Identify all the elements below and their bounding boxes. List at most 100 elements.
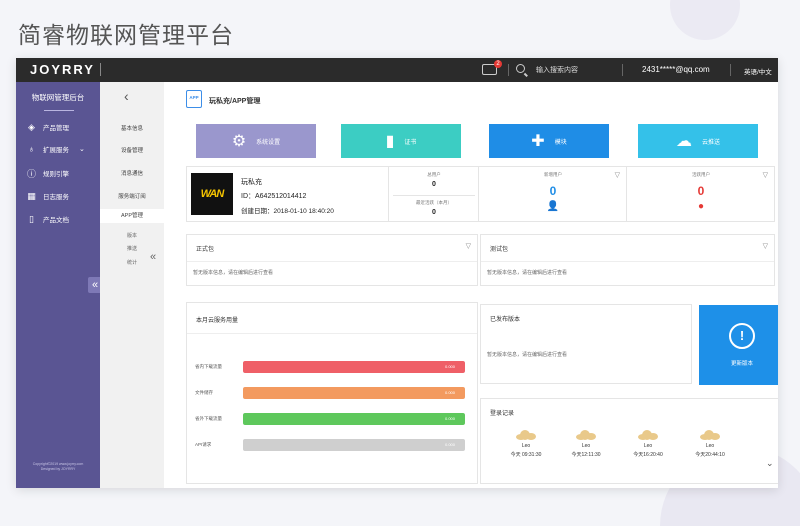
recent-active-value: 0 — [432, 209, 436, 216]
module-button[interactable]: ✚ 模块 — [489, 124, 609, 158]
usage-value: 0.000 — [444, 442, 455, 447]
app-name: 玩私充 — [241, 179, 262, 186]
usage-label: 文件储存 — [195, 390, 213, 395]
cloud-usage-panel: 本月云服务用量 省内下载流量 0.000 文件储存 0.000 省外下载流量 0.000 A… — [186, 302, 478, 484]
subnav-item-basic-info[interactable]: 基本信息 — [100, 124, 164, 132]
usage-value: 0.000 — [444, 390, 455, 395]
login-time: 今天20:44:10 — [695, 452, 725, 458]
usage-bar-track: 0.000 — [243, 361, 465, 373]
filter-icon[interactable]: ▽ — [763, 242, 768, 250]
usage-row: 省外下载流量 0.000 — [195, 413, 475, 425]
login-record: Leo 今天 09:31:30 — [496, 430, 556, 458]
login-time: 今天16:20:40 — [633, 452, 663, 458]
login-user: Leo — [581, 443, 591, 449]
app-info-card: WAN 玩私充 ID：A642512014412 创建日期：2018-01-10… — [186, 166, 389, 222]
new-users-value: 0 — [549, 184, 557, 198]
divider — [187, 261, 477, 262]
search-input[interactable] — [536, 63, 616, 77]
login-user: Leo — [643, 443, 653, 449]
cloud-icon — [516, 430, 536, 440]
total-users-label: 总用户 — [427, 172, 441, 177]
logo: JOYRRY — [30, 62, 95, 77]
usage-label: 省外下载流量 — [195, 416, 222, 421]
button-label: 更新版本 — [730, 361, 753, 367]
usage-label: API请求 — [195, 442, 212, 447]
user-account[interactable]: 2431*****@qq.com — [642, 65, 710, 74]
cloud-push-button[interactable]: ☁ 云推送 — [638, 124, 758, 158]
subnav-collapse-icon[interactable]: « — [150, 251, 156, 263]
panel-title: 正式包 — [196, 247, 215, 253]
top-bar: JOYRRY 2 2431*****@qq.com 英语/中文 — [16, 58, 778, 82]
sidebar-item-logs[interactable]: ▦ 日志服务 — [26, 189, 69, 203]
app-logo: WAN — [191, 173, 233, 215]
filter-icon[interactable]: ▽ — [763, 171, 768, 179]
copyright-line: Designed by JOYRRY — [40, 467, 76, 471]
panel-title: 测试包 — [490, 247, 509, 253]
login-record: Leo 今天12:11:30 — [556, 430, 616, 458]
divider — [187, 333, 477, 334]
chevron-down-icon[interactable]: ⌄ — [766, 458, 774, 469]
panel-title: 已发布版本 — [490, 317, 521, 323]
divider — [393, 195, 475, 196]
login-record: Leo 今天16:20:40 — [618, 430, 678, 458]
official-package-panel: 正式包 ▽ 暂无版本信息，请在编辑后进行查看 — [186, 234, 478, 286]
subnav-item-messaging[interactable]: 消息通信 — [100, 169, 164, 177]
info-icon: ⓘ — [26, 168, 36, 179]
subnav-item-devices[interactable]: 设备管理 — [100, 146, 164, 154]
app-window: JOYRRY 2 2431*****@qq.com 英语/中文 物联网管理后台 … — [16, 58, 778, 488]
cloud-icon — [700, 430, 720, 440]
drop-icon: ● — [697, 201, 705, 212]
panel-title: 登录记录 — [490, 411, 515, 417]
add-user-icon: 👤 — [546, 201, 560, 212]
subnav-item-app[interactable]: APP管理 — [100, 209, 164, 223]
divider — [730, 64, 731, 76]
search-icon[interactable] — [516, 64, 525, 73]
sidebar-item-label: 产品管理 — [43, 125, 69, 132]
system-settings-button[interactable]: ⚙ 系统设置 — [196, 124, 316, 158]
usage-row: API请求 0.000 — [195, 439, 475, 451]
active-users-value: 0 — [697, 184, 705, 198]
cloud-icon — [638, 430, 658, 440]
app-created-date: 创建日期：2018-01-10 18:40:20 — [241, 208, 334, 215]
sidebar-item-docs[interactable]: ▯ 产品文档 — [26, 212, 69, 226]
certificate-button[interactable]: ▮ 证书 — [341, 124, 461, 158]
divider — [508, 64, 509, 76]
main-content: APP 玩私充/APP管理 ⚙ 系统设置 ▮ 证书 ✚ 模块 ☁ 云推送 WAN… — [176, 82, 778, 488]
page-title: 简睿物联网管理平台 — [18, 22, 234, 48]
calendar-icon: ▦ — [27, 190, 36, 201]
button-label: 云推送 — [701, 139, 720, 146]
usage-bar-track: 0.000 — [243, 439, 465, 451]
subnav-item-subscription[interactable]: 服务端订阅 — [100, 192, 164, 200]
button-label: 证书 — [404, 139, 417, 146]
app-id: ID：A642512014412 — [241, 193, 307, 200]
layers-icon: ◈ — [28, 121, 35, 132]
login-record: Leo 今天20:44:10 — [680, 430, 740, 458]
sidebar-item-label: 扩展服务 — [43, 147, 69, 154]
sidebar-title: 物联网管理后台 — [31, 93, 85, 102]
divider — [481, 261, 774, 262]
sidebar-item-products[interactable]: ◈ 产品管理 — [26, 120, 69, 134]
usage-row: 省内下载流量 0.000 — [195, 361, 475, 373]
cloud-icon — [576, 430, 596, 440]
active-users-card: 活跃用户 ▽ 0 ● — [627, 166, 775, 222]
language-switch[interactable]: 英语/中文 — [744, 66, 772, 76]
divider — [100, 63, 101, 76]
sidebar-item-extensions[interactable]: ♁ 扩展服务 ⌄ — [26, 142, 85, 156]
filter-icon[interactable]: ▽ — [466, 242, 471, 250]
filter-icon[interactable]: ▽ — [615, 171, 620, 179]
panel-title: 本月云服务用量 — [196, 318, 239, 324]
upload-icon: ! — [729, 323, 755, 349]
sidebar-item-rules[interactable]: ⓘ 规则引擎 — [26, 166, 69, 180]
usage-row: 文件储存 0.000 — [195, 387, 475, 399]
usage-label: 省内下载流量 — [195, 364, 222, 369]
published-version-panel: 已发布版本 暂无版本信息，请在编辑后进行查看 — [480, 304, 692, 384]
subnav-subitem-version[interactable]: 版本 — [100, 232, 164, 239]
total-users-value: 0 — [432, 181, 436, 188]
chevron-down-icon: ⌄ — [79, 146, 85, 153]
update-version-button[interactable]: ! 更新版本 — [699, 305, 778, 385]
sidebar-item-label: 日志服务 — [43, 194, 69, 201]
chevron-left-icon[interactable]: ‹ — [124, 88, 129, 104]
login-user: Leo — [521, 443, 531, 449]
decor-circle — [670, 0, 740, 40]
active-users-label: 活跃用户 — [692, 172, 710, 177]
